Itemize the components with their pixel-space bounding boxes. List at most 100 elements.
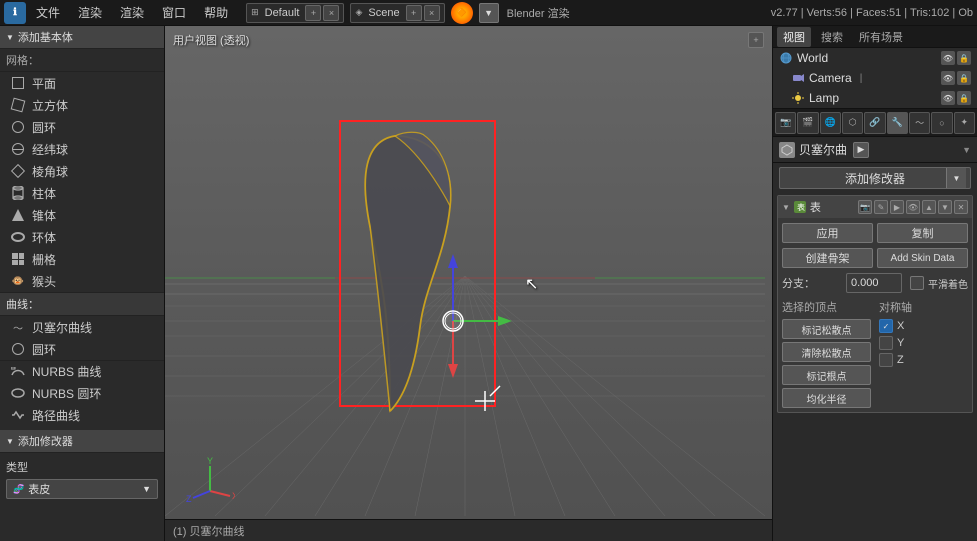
equalize-btn[interactable]: 均化半径	[782, 388, 871, 408]
bezier-label: 贝塞尔曲线	[32, 319, 92, 336]
add-modifier-sidebar-header[interactable]: ▼ 添加修改器	[0, 430, 164, 453]
viewport[interactable]: 用户视图 (透视)	[165, 26, 772, 541]
path-label: 路径曲线	[32, 407, 80, 424]
menu-render[interactable]: 渲染	[70, 2, 110, 23]
vertex-symmetry-section: 选择的顶点 标记松散点 清除松散点 标记根点 均化半径 对称轴 ✓ X	[782, 297, 968, 408]
sidebar-item-nurbs-circle[interactable]: NURBS 圆环	[0, 382, 164, 404]
mod-view-btn[interactable]: 👁	[906, 200, 920, 214]
sidebar-item-curve-circle[interactable]: 圆环	[0, 338, 164, 360]
x-axis-checkbox[interactable]: ✓	[879, 319, 893, 333]
copy-btn[interactable]: 复制	[877, 223, 968, 243]
tab-all-scenes[interactable]: 所有场景	[853, 27, 909, 47]
prop-tab-constraint[interactable]: 🔗	[864, 112, 885, 134]
blender-menu-icon[interactable]: ℹ	[4, 2, 26, 24]
menu-window[interactable]: 窗口	[154, 2, 194, 23]
create-armature-btn[interactable]: 创建骨架	[782, 248, 873, 268]
mod-edit-btn[interactable]: ✎	[874, 200, 888, 214]
apply-btn[interactable]: 应用	[782, 223, 873, 243]
viewport-corner-btn[interactable]: +	[748, 32, 764, 48]
scene-tab-close[interactable]: ×	[424, 5, 440, 21]
default-tab-close[interactable]: ×	[323, 5, 339, 21]
tab-search[interactable]: 搜索	[815, 27, 849, 47]
left-sidebar: ▼ 添加基本体 网格： 平面 立方体 圆环 经纬球 棱角球	[0, 26, 165, 541]
mod-up-btn[interactable]: ▲	[922, 200, 936, 214]
render-engine-dropdown[interactable]: ▼	[479, 3, 499, 23]
menu-file[interactable]: 文件	[28, 2, 68, 23]
sidebar-item-plane[interactable]: 平面	[0, 72, 164, 94]
prop-tab-object[interactable]: ⬡	[842, 112, 863, 134]
right-panel-tabs: 视图 搜索 所有场景	[773, 26, 977, 48]
outline-item-world[interactable]: World 👁 🔒	[773, 48, 977, 68]
sidebar-item-icosphere[interactable]: 棱角球	[0, 160, 164, 182]
mod-camera-btn[interactable]: 📷	[858, 200, 872, 214]
camera-eye-btn[interactable]: 👁	[941, 71, 955, 85]
y-axis-checkbox[interactable]	[879, 336, 893, 350]
type-dropdown-container[interactable]: 🧬 表皮 ▼	[0, 477, 164, 501]
prop-tab-render[interactable]: 📷	[775, 112, 796, 134]
add-basic-header[interactable]: ▼ 添加基本体	[0, 26, 164, 49]
camera-lock-btn[interactable]: 🔒	[957, 71, 971, 85]
sidebar-item-bezier[interactable]: 〜 贝塞尔曲线	[0, 316, 164, 338]
sidebar-item-monkey[interactable]: 🐵 猴头	[0, 270, 164, 292]
outline-item-camera[interactable]: Camera | 👁 🔒	[773, 68, 977, 88]
modifier-panel-header: ▼ 表 表 📷 ✎ ▶ 👁 ▲ ▼ ✕	[778, 196, 972, 218]
symmetry-section-title: 对称轴	[879, 297, 968, 317]
mod-delete-btn[interactable]: ✕	[954, 200, 968, 214]
axes-indicator: X Y Z	[185, 456, 235, 506]
branch-label: 分支：	[782, 275, 842, 291]
path-icon	[10, 407, 26, 423]
object-expand-btn[interactable]: ▶	[853, 142, 869, 158]
sidebar-item-grid[interactable]: 栅格	[0, 248, 164, 270]
scene-outline: World 👁 🔒 Camera | 👁 🔒	[773, 48, 977, 109]
mark-root-btn[interactable]: 标记根点	[782, 365, 871, 385]
x-axis-row: ✓ X	[879, 319, 968, 333]
sidebar-item-nurbs-curve[interactable]: NURBS 曲线	[0, 360, 164, 382]
world-eye-btn[interactable]: 👁	[941, 51, 955, 65]
clear-loose-btn[interactable]: 清除松散点	[782, 342, 871, 362]
add-modifier-dropdown-arrow[interactable]: ▼	[946, 168, 966, 188]
lamp-lock-btn[interactable]: 🔒	[957, 91, 971, 105]
vertex-section-title: 选择的顶点	[782, 297, 871, 317]
viewport-title: 用户视图 (透视)	[173, 32, 249, 48]
mark-loose-btn[interactable]: 标记松散点	[782, 319, 871, 339]
grid-icon	[10, 251, 26, 267]
type-dropdown[interactable]: 🧬 表皮 ▼	[6, 479, 158, 499]
outline-item-lamp[interactable]: Lamp 👁 🔒	[773, 88, 977, 108]
sidebar-item-path[interactable]: 路径曲线	[0, 404, 164, 426]
lamp-eye-btn[interactable]: 👁	[941, 91, 955, 105]
mod-collapse-icon[interactable]: ▼	[782, 203, 790, 212]
smooth-checkbox[interactable]	[910, 276, 924, 290]
sidebar-item-cube[interactable]: 立方体	[0, 94, 164, 116]
collapse-triangle: ▼	[6, 33, 14, 42]
add-modifier-btn[interactable]: 添加修改器 ▼	[779, 167, 971, 189]
lamp-label: Lamp	[809, 91, 839, 105]
menu-render2[interactable]: 渲染	[112, 2, 152, 23]
render-engine-label: Blender 渲染	[507, 5, 570, 21]
prop-tab-material[interactable]: ○	[931, 112, 952, 134]
mod-down-btn[interactable]: ▼	[938, 200, 952, 214]
sidebar-item-cylinder[interactable]: 柱体	[0, 182, 164, 204]
prop-tab-data[interactable]: 〜	[909, 112, 930, 134]
prop-tab-world[interactable]: 🌐	[820, 112, 841, 134]
default-tab-add[interactable]: +	[305, 5, 321, 21]
menu-help[interactable]: 帮助	[196, 2, 236, 23]
world-lock-btn[interactable]: 🔒	[957, 51, 971, 65]
scene-tab-add[interactable]: +	[406, 5, 422, 21]
mod-render-btn[interactable]: ▶	[890, 200, 904, 214]
default-tab-label[interactable]: Default	[261, 7, 304, 19]
prop-tab-modifier[interactable]: 🔧	[887, 112, 908, 134]
sidebar-item-uvsphere[interactable]: 经纬球	[0, 138, 164, 160]
sidebar-item-cone[interactable]: 锥体	[0, 204, 164, 226]
prop-tab-scene[interactable]: 🎬	[797, 112, 818, 134]
add-skin-data-btn[interactable]: Add Skin Data	[877, 248, 968, 268]
scene-tab-label[interactable]: Scene	[364, 7, 403, 19]
sidebar-item-circle[interactable]: 圆环	[0, 116, 164, 138]
z-axis-checkbox[interactable]	[879, 353, 893, 367]
branch-value[interactable]: 0.000	[846, 273, 902, 293]
blender-logo: 🔶	[451, 2, 473, 24]
mod-controls: 📷 ✎ ▶ 👁 ▲ ▼ ✕	[858, 200, 968, 214]
tab-view[interactable]: 视图	[777, 27, 811, 47]
curve-section-header[interactable]: 曲线：	[0, 292, 164, 316]
prop-tab-particle[interactable]: ✦	[954, 112, 975, 134]
sidebar-item-torus[interactable]: 环体	[0, 226, 164, 248]
